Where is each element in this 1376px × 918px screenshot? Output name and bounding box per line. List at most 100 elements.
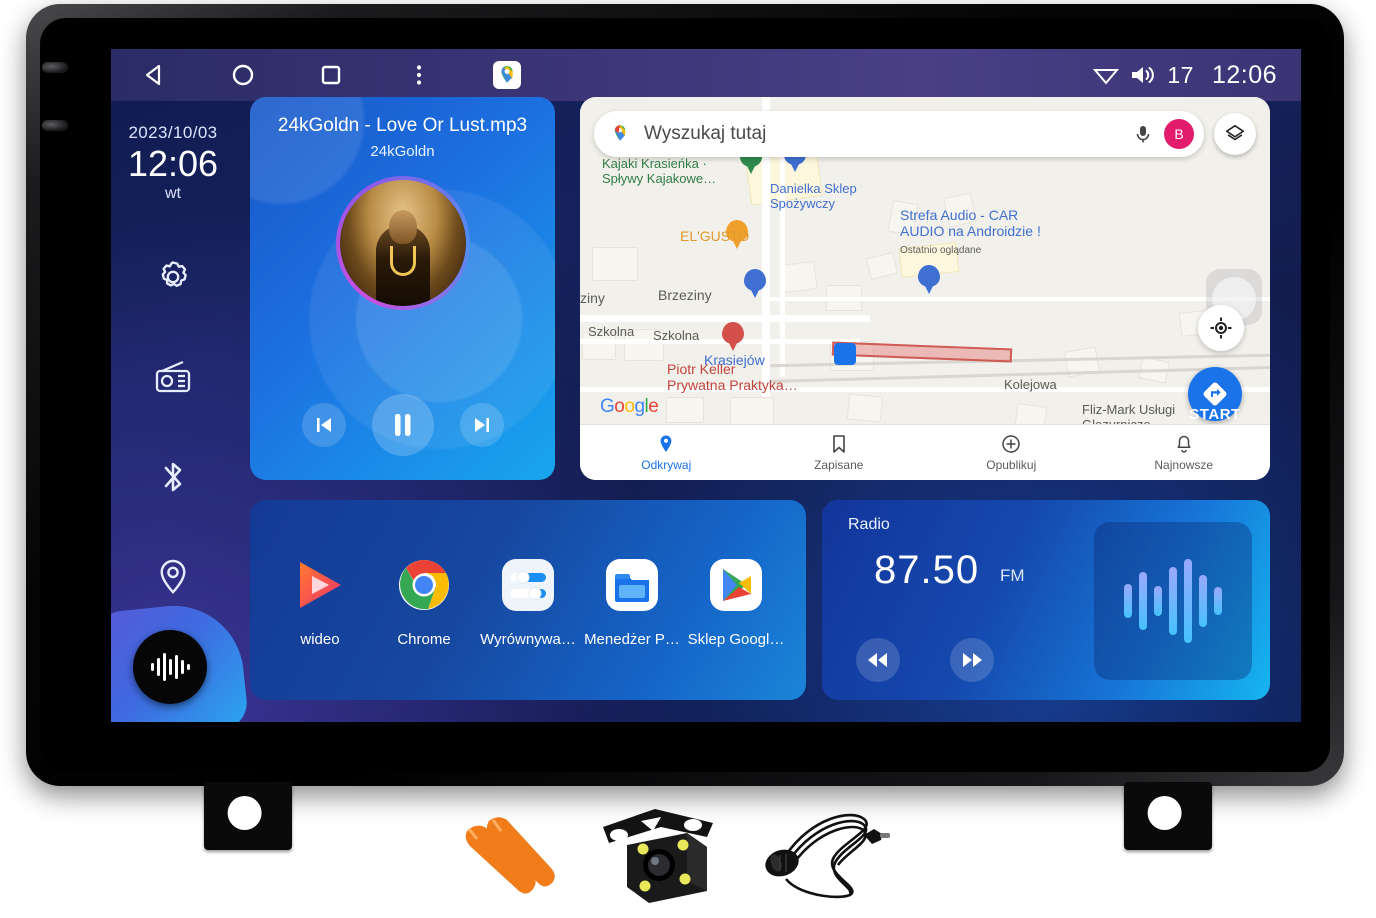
radio-band: FM: [1000, 566, 1025, 585]
map-building: [780, 261, 818, 293]
rail-date: 2023/10/03: [128, 123, 218, 142]
equalizer-icon: [496, 553, 560, 617]
status-indicators: 17 12:06: [1093, 61, 1301, 90]
album-art-ring: [335, 176, 470, 310]
volume-level: 17: [1167, 61, 1194, 88]
sound-wave-icon: [151, 653, 190, 681]
gear-icon: [161, 261, 187, 287]
maps-shortcut-button[interactable]: [463, 49, 551, 101]
app-shortcut-equalizer[interactable]: Wyrównywa…: [478, 553, 578, 648]
accessory-microphone: [760, 801, 890, 914]
map-label: Krasiejów: [704, 352, 765, 368]
play-pause-button[interactable]: [371, 394, 434, 456]
player-controls: [250, 394, 555, 456]
map-nav-label: Odkrywaj: [641, 457, 692, 472]
location-pin-icon: [160, 559, 186, 594]
play-store-icon: [704, 553, 768, 617]
map-pin-store[interactable]: [744, 269, 766, 299]
map-start-navigation-button[interactable]: START: [1188, 367, 1242, 423]
map-nav-updates[interactable]: Najnowsze: [1098, 434, 1271, 472]
map-nav-contribute[interactable]: Opublikuj: [925, 434, 1098, 472]
map-bottom-nav: Odkrywaj Zapisane Opublikuj Najnowsze: [580, 424, 1270, 480]
google-attribution: Google: [600, 396, 659, 417]
recents-button[interactable]: [287, 49, 375, 101]
app-shortcuts-card: wideo Chrome Wyrównywa… Menedżer P… Skle…: [250, 500, 806, 700]
wifi-icon: [1093, 69, 1120, 85]
map-building: [865, 251, 899, 281]
map-label: Szkolna: [653, 328, 700, 343]
app-shortcut-play-store[interactable]: Sklep Googl…: [686, 553, 786, 648]
my-location-icon: [1210, 317, 1232, 339]
skip-previous-icon: [316, 418, 331, 432]
radio-seek-down-button[interactable]: [856, 638, 900, 682]
bracket-hole: [1147, 796, 1182, 831]
map-pin-strefa-audio[interactable]: [918, 265, 940, 295]
map-nav-explore[interactable]: Odkrywaj: [580, 434, 753, 472]
voice-assistant-button[interactable]: [133, 630, 207, 704]
map-station-icon[interactable]: [834, 343, 856, 365]
album-art: [339, 180, 466, 306]
map-label: Kolejowa: [1004, 377, 1057, 392]
map-pin-icon: [660, 435, 672, 452]
map-road: [770, 297, 1270, 301]
mounting-bracket-left: [204, 782, 292, 850]
sidebar-item-settings[interactable]: [147, 251, 199, 303]
map-my-location-button[interactable]: [1198, 305, 1244, 351]
file-manager-icon: [600, 553, 664, 617]
google-maps-card[interactable]: Kajaki Krasieńka · Spływy Kajakowe… Danie…: [580, 97, 1270, 480]
previous-track-button[interactable]: [301, 403, 346, 447]
bookmark-icon: [832, 434, 845, 453]
music-player-card[interactable]: 24kGoldn - Love Or Lust.mp3 24kGoldn: [250, 97, 555, 480]
audio-wave-bar: [1214, 587, 1222, 615]
map-nav-saved[interactable]: Zapisane: [753, 434, 926, 472]
fast-forward-icon: [963, 653, 982, 667]
map-layers-button[interactable]: [1214, 113, 1256, 155]
map-building: [592, 247, 638, 281]
map-nav-label: Najnowsze: [1154, 457, 1214, 472]
map-start-label: START: [1189, 406, 1241, 423]
app-shortcut-chrome[interactable]: Chrome: [374, 553, 474, 648]
plus-circle-icon: [1002, 434, 1020, 453]
app-shortcut-file-manager[interactable]: Menedżer P…: [582, 553, 682, 648]
microphone-icon[interactable]: [1132, 123, 1154, 145]
next-track-button[interactable]: [459, 403, 504, 447]
map-label: Kajaki Krasieńka · Spływy Kajakowe…: [602, 156, 717, 186]
home-button[interactable]: [199, 49, 287, 101]
radio-seek-up-button[interactable]: [950, 638, 994, 682]
navigation-arrow-icon: [1203, 382, 1227, 406]
rear-view-camera-icon: [603, 809, 713, 903]
back-button[interactable]: [111, 49, 199, 101]
audio-wave-bar: [1169, 567, 1177, 635]
map-nav-label: Zapisane: [814, 457, 864, 472]
volume-icon: [1132, 67, 1155, 83]
bracket-hole: [227, 796, 262, 831]
radio-controls: [856, 638, 994, 682]
map-pin-clinic[interactable]: [722, 322, 744, 352]
audio-wave-bar: [1154, 586, 1162, 616]
overflow-menu-button[interactable]: [375, 49, 463, 101]
sidebar-item-radio[interactable]: [147, 351, 199, 403]
audio-wave-bar: [1199, 575, 1207, 627]
bezel-sensor-dot: [42, 62, 68, 73]
map-search-bar[interactable]: Wyszukaj tutaj B: [594, 111, 1204, 157]
album-art-head: [388, 210, 417, 245]
radio-card[interactable]: Radio 87.50 FM: [822, 500, 1270, 700]
app-shortcut-wideo[interactable]: wideo: [270, 553, 370, 648]
home-circle-icon: [232, 64, 254, 86]
album-art-chain: [389, 245, 416, 276]
skip-next-icon: [474, 418, 489, 432]
bell-icon: [1177, 435, 1191, 453]
map-search-input[interactable]: Wyszukaj tutaj: [644, 123, 1132, 145]
radio-frequency: 87.50: [874, 548, 980, 592]
sidebar-item-bluetooth[interactable]: [147, 451, 199, 503]
google-maps-icon: [493, 61, 521, 89]
map-building: [666, 397, 704, 423]
radio-title: Radio: [848, 516, 890, 533]
map-account-avatar[interactable]: B: [1164, 119, 1194, 149]
google-maps-icon: [614, 125, 626, 141]
bluetooth-icon: [164, 462, 182, 492]
app-label: wideo: [300, 630, 340, 648]
sidebar-item-navigation[interactable]: [147, 551, 199, 603]
pause-icon: [394, 414, 410, 436]
music-track-title: 24kGoldn - Love Or Lust.mp3: [277, 115, 528, 136]
